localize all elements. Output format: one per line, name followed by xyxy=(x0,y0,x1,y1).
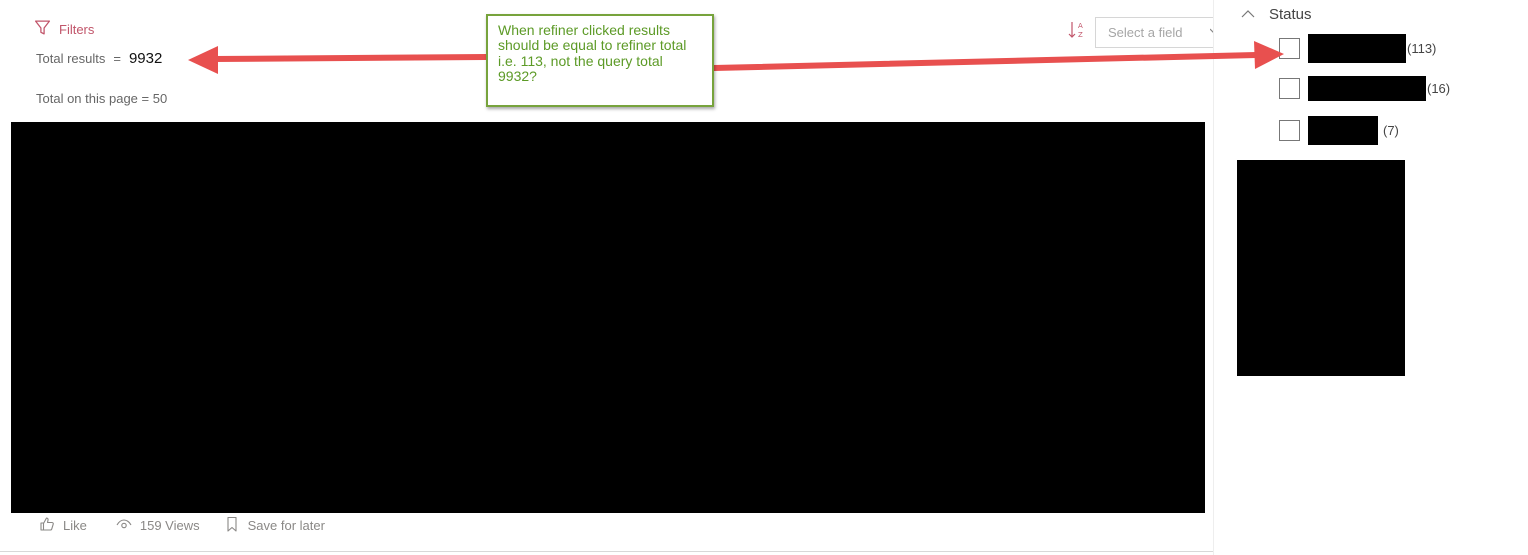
redacted-label xyxy=(1308,34,1406,63)
redacted-label xyxy=(1308,116,1378,145)
status-refiner-header[interactable]: Status xyxy=(1241,6,1312,23)
chevron-up-icon xyxy=(1241,6,1255,23)
redacted-refiner-block xyxy=(1237,160,1405,376)
refiner-option[interactable]: (7) xyxy=(1279,116,1399,145)
total-results-count: 9932 xyxy=(128,50,163,67)
views-count: 159 Views xyxy=(116,516,200,535)
svg-text:Z: Z xyxy=(1078,31,1083,39)
total-results-label: Total results xyxy=(36,51,106,66)
social-bar: Like 159 Views Save for later xyxy=(39,516,325,535)
like-label: Like xyxy=(63,518,87,533)
refiner-option[interactable]: (16) xyxy=(1279,76,1450,101)
eye-icon xyxy=(116,516,132,535)
refiner-checkbox[interactable] xyxy=(1279,120,1300,141)
sort-ascending-icon[interactable]: A Z xyxy=(1067,19,1087,41)
redacted-results-area xyxy=(11,122,1205,513)
refiner-count: (7) xyxy=(1383,123,1399,138)
refiner-option[interactable]: (113) xyxy=(1279,34,1436,63)
refiner-panel: Status (113) (16) (7) xyxy=(1213,0,1528,555)
field-select-dropdown[interactable]: Select a field xyxy=(1095,17,1222,48)
save-for-later-button[interactable]: Save for later xyxy=(224,516,325,535)
refiner-checkbox[interactable] xyxy=(1279,78,1300,99)
total-results-equals: = xyxy=(113,51,121,66)
total-on-page-label: Total xyxy=(36,91,68,106)
field-select-placeholder: Select a field xyxy=(1108,25,1183,40)
refiner-count: (16) xyxy=(1427,81,1451,96)
filter-icon xyxy=(34,19,51,39)
total-results: Total results = 9932 xyxy=(36,50,162,67)
like-button[interactable]: Like xyxy=(39,516,87,535)
total-on-page: Total on this page = 50 xyxy=(36,91,167,106)
bookmark-icon xyxy=(224,516,240,535)
save-for-later-label: Save for later xyxy=(247,518,325,533)
annotation-callout: When refiner clicked results should be e… xyxy=(486,14,714,107)
refiner-count: (113) xyxy=(1407,41,1437,56)
thumbs-up-icon xyxy=(39,516,55,535)
svg-text:A: A xyxy=(1078,22,1083,30)
status-refiner-title: Status xyxy=(1269,6,1312,23)
filters-button[interactable]: Filters xyxy=(34,19,94,39)
views-label: 159 Views xyxy=(139,518,200,533)
total-on-page-rest: on this page = 50 xyxy=(67,91,168,106)
divider xyxy=(0,551,1213,552)
filters-label: Filters xyxy=(59,21,95,37)
redacted-label xyxy=(1308,76,1426,101)
refiner-checkbox[interactable] xyxy=(1279,38,1300,59)
